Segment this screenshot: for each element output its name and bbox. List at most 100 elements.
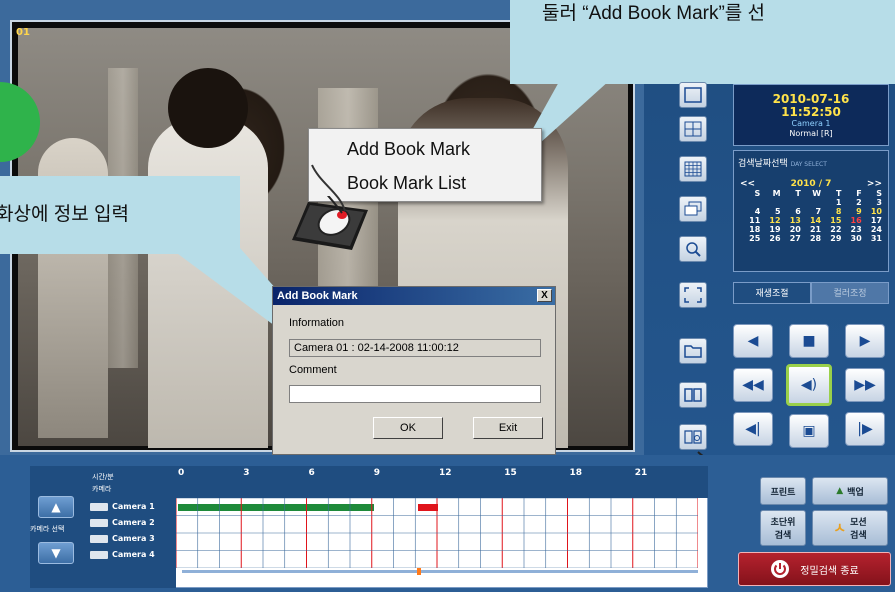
calendar-day[interactable]: 13 [781,216,801,225]
calendar-day[interactable]: 16 [841,216,862,225]
calendar-day[interactable]: 15 [821,216,841,225]
calendar-day[interactable]: 17 [862,216,882,225]
information-label: Information [289,317,345,329]
calendar-day[interactable]: 22 [821,225,841,234]
timeline-scroll-thumb[interactable] [417,568,421,575]
camera-row-1[interactable]: Camera 1 [90,502,155,511]
backup-button[interactable]: ▲ 백업 [812,477,888,505]
hour-label: 3 [243,468,250,478]
end-search-button[interactable]: 정밀검색 종료 [738,552,891,586]
timeline-scrollbar[interactable] [182,570,698,573]
power-icon [771,560,790,578]
camera-row-4[interactable]: Camera 4 [90,550,155,559]
calendar-day[interactable]: 12 [760,216,780,225]
fullscreen-icon [684,287,702,303]
monitor-icon: ▣ [802,423,816,439]
calendar-day[interactable] [801,198,821,207]
information-field: Camera 01 : 02-14-2008 11:00:12 [289,339,541,357]
calendar-day[interactable] [760,198,780,207]
calendar-prev-button[interactable]: << [740,179,755,189]
ok-button[interactable]: OK [373,417,443,439]
calendar-day[interactable]: 11 [740,216,760,225]
calendar-day[interactable]: 7 [801,207,822,216]
camera-icon [90,534,108,543]
motion-search-button[interactable]: ㅅ 모션 검색 [812,510,888,546]
calendar-day[interactable]: 18 [740,225,760,234]
camera-row-2[interactable]: Camera 2 [90,518,155,527]
speaker-icon: ◀) [800,377,818,393]
dialog-close-button[interactable]: X [537,289,552,302]
calendar-day[interactable]: 3 [862,198,882,207]
menu-item-add-bookmark[interactable]: Add Book Mark [347,139,470,160]
calendar-week: 18 19 20 21 22 23 24 [734,225,888,234]
snapshot-button[interactable]: ▣ [789,414,829,448]
calendar-day[interactable]: 25 [740,234,760,243]
sequence-button[interactable] [679,196,707,222]
calendar-day[interactable]: 29 [821,234,841,243]
calendar-day[interactable]: 14 [801,216,821,225]
exit-button[interactable]: Exit [473,417,543,439]
print-button[interactable]: 프린트 [760,477,806,505]
weekday-label: F [856,189,862,198]
calendar-week: 4 5 6 7 8 9 10 [734,207,888,216]
calendar-day[interactable]: 27 [781,234,801,243]
rewind-play-button[interactable]: ◀ [733,324,773,358]
stop-icon: ■ [802,333,816,349]
calendar-day[interactable]: 21 [801,225,821,234]
recording-grid[interactable] [176,498,698,568]
camera-up-button[interactable]: ▲ [38,496,74,518]
calendar-day[interactable]: 8 [821,207,842,216]
calendar-day[interactable]: 1 [821,198,842,207]
step-forward-button[interactable]: |▶ [845,412,885,446]
calendar-day[interactable]: 30 [841,234,862,243]
calendar-day[interactable] [781,198,801,207]
calendar-day[interactable]: 2 [841,198,862,207]
timeline-corner-bottom: 카메라 [92,485,112,493]
calendar-day[interactable]: 20 [781,225,801,234]
camera-row-3[interactable]: Camera 3 [90,534,155,543]
calendar-day[interactable]: 31 [862,234,882,243]
play-button[interactable]: ▶ [845,324,885,358]
calendar-day[interactable]: 4 [740,207,761,216]
arrow-up-icon: ▲ [51,500,61,514]
book-icon [684,388,702,402]
status-box: 2010-07-16 11:52:50 Camera 1 Normal [R] [733,84,889,146]
tab-playback[interactable]: 재생조절 [733,282,811,304]
fullscreen-button[interactable] [679,282,707,308]
calendar-day[interactable]: 19 [760,225,780,234]
zoom-button[interactable] [679,236,707,262]
bookmark-list-button[interactable] [679,382,707,408]
menu-item-bookmark-list[interactable]: Book Mark List [347,173,466,194]
camera-label: Camera 2 [112,518,155,527]
calendar-day[interactable]: 26 [760,234,780,243]
bookmark-search-button[interactable] [679,424,707,450]
calendar-day[interactable]: 10 [862,207,882,216]
play-reverse-icon: ◀ [747,333,759,349]
calendar-day[interactable] [740,198,760,207]
calendar-next-button[interactable]: >> [867,179,882,189]
callout-left: 화상에 정보 입력 [0,176,240,254]
step-back-button[interactable]: ◀| [733,412,773,446]
layout-4x4-button[interactable] [679,156,707,182]
second-search-button[interactable]: 초단위 검색 [760,510,806,546]
calendar-day[interactable]: 24 [862,225,882,234]
weekday-label: S [754,189,761,198]
calendar-day[interactable]: 23 [841,225,862,234]
fast-rewind-button[interactable]: ◀◀ [733,368,773,402]
layout-1x1-button[interactable] [679,82,707,108]
calendar-day[interactable]: 5 [760,207,781,216]
comment-input[interactable] [289,385,541,403]
stop-button[interactable]: ■ [789,324,829,358]
layout-2x2-icon [684,121,702,137]
fast-forward-button[interactable]: ▶▶ [845,368,885,402]
audio-button[interactable]: ◀) [786,364,832,406]
calendar-day[interactable]: 6 [781,207,801,216]
fast-rewind-icon: ◀◀ [742,377,764,393]
camera-down-button[interactable]: ▼ [38,542,74,564]
layout-2x2-button[interactable] [679,116,707,142]
calendar-day[interactable]: 28 [801,234,821,243]
open-folder-button[interactable] [679,338,707,364]
camera-icon [90,502,108,511]
calendar-day[interactable]: 9 [841,207,862,216]
tab-color[interactable]: 컬러조정 [811,282,889,304]
